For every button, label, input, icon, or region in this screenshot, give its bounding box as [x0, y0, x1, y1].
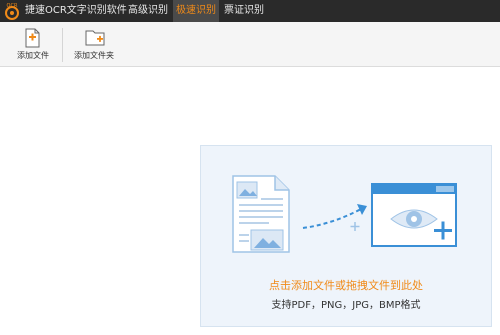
tab-ticket-recognition[interactable]: 票证识别: [221, 0, 267, 22]
drop-zone-instruction: 点击添加文件或拖拽文件到此处: [269, 279, 423, 292]
eye-window-icon: [371, 183, 457, 247]
tab-advanced-recognition[interactable]: 高级识别: [126, 0, 170, 22]
add-file-label: 添加文件: [17, 51, 49, 60]
app-title: 捷速OCR文字识别软件: [25, 5, 127, 16]
document-image-icon: [232, 175, 290, 253]
dashed-arrow-icon: [302, 204, 367, 231]
toolbar: 添加文件 添加文件夹: [0, 22, 500, 67]
supported-formats-text: 支持PDF，PNG，JPG，BMP格式: [271, 300, 421, 311]
add-file-icon: [25, 28, 40, 48]
add-folder-label: 添加文件夹: [74, 51, 114, 60]
add-folder-icon: [85, 30, 105, 46]
ocr-logo-icon: OCR: [5, 3, 19, 20]
add-folder-button[interactable]: 添加文件夹: [64, 26, 124, 64]
tab-fast-recognition[interactable]: 极速识别: [173, 0, 219, 22]
add-file-button[interactable]: 添加文件: [3, 26, 63, 64]
title-bar: OCR 捷速OCR文字识别软件 高级识别 极速识别 票证识别: [0, 0, 500, 22]
svg-text:OCR: OCR: [7, 3, 18, 9]
toolbar-separator: [62, 28, 63, 62]
drop-zone[interactable]: 点击添加文件或拖拽文件到此处 支持PDF，PNG，JPG，BMP格式: [200, 145, 492, 327]
